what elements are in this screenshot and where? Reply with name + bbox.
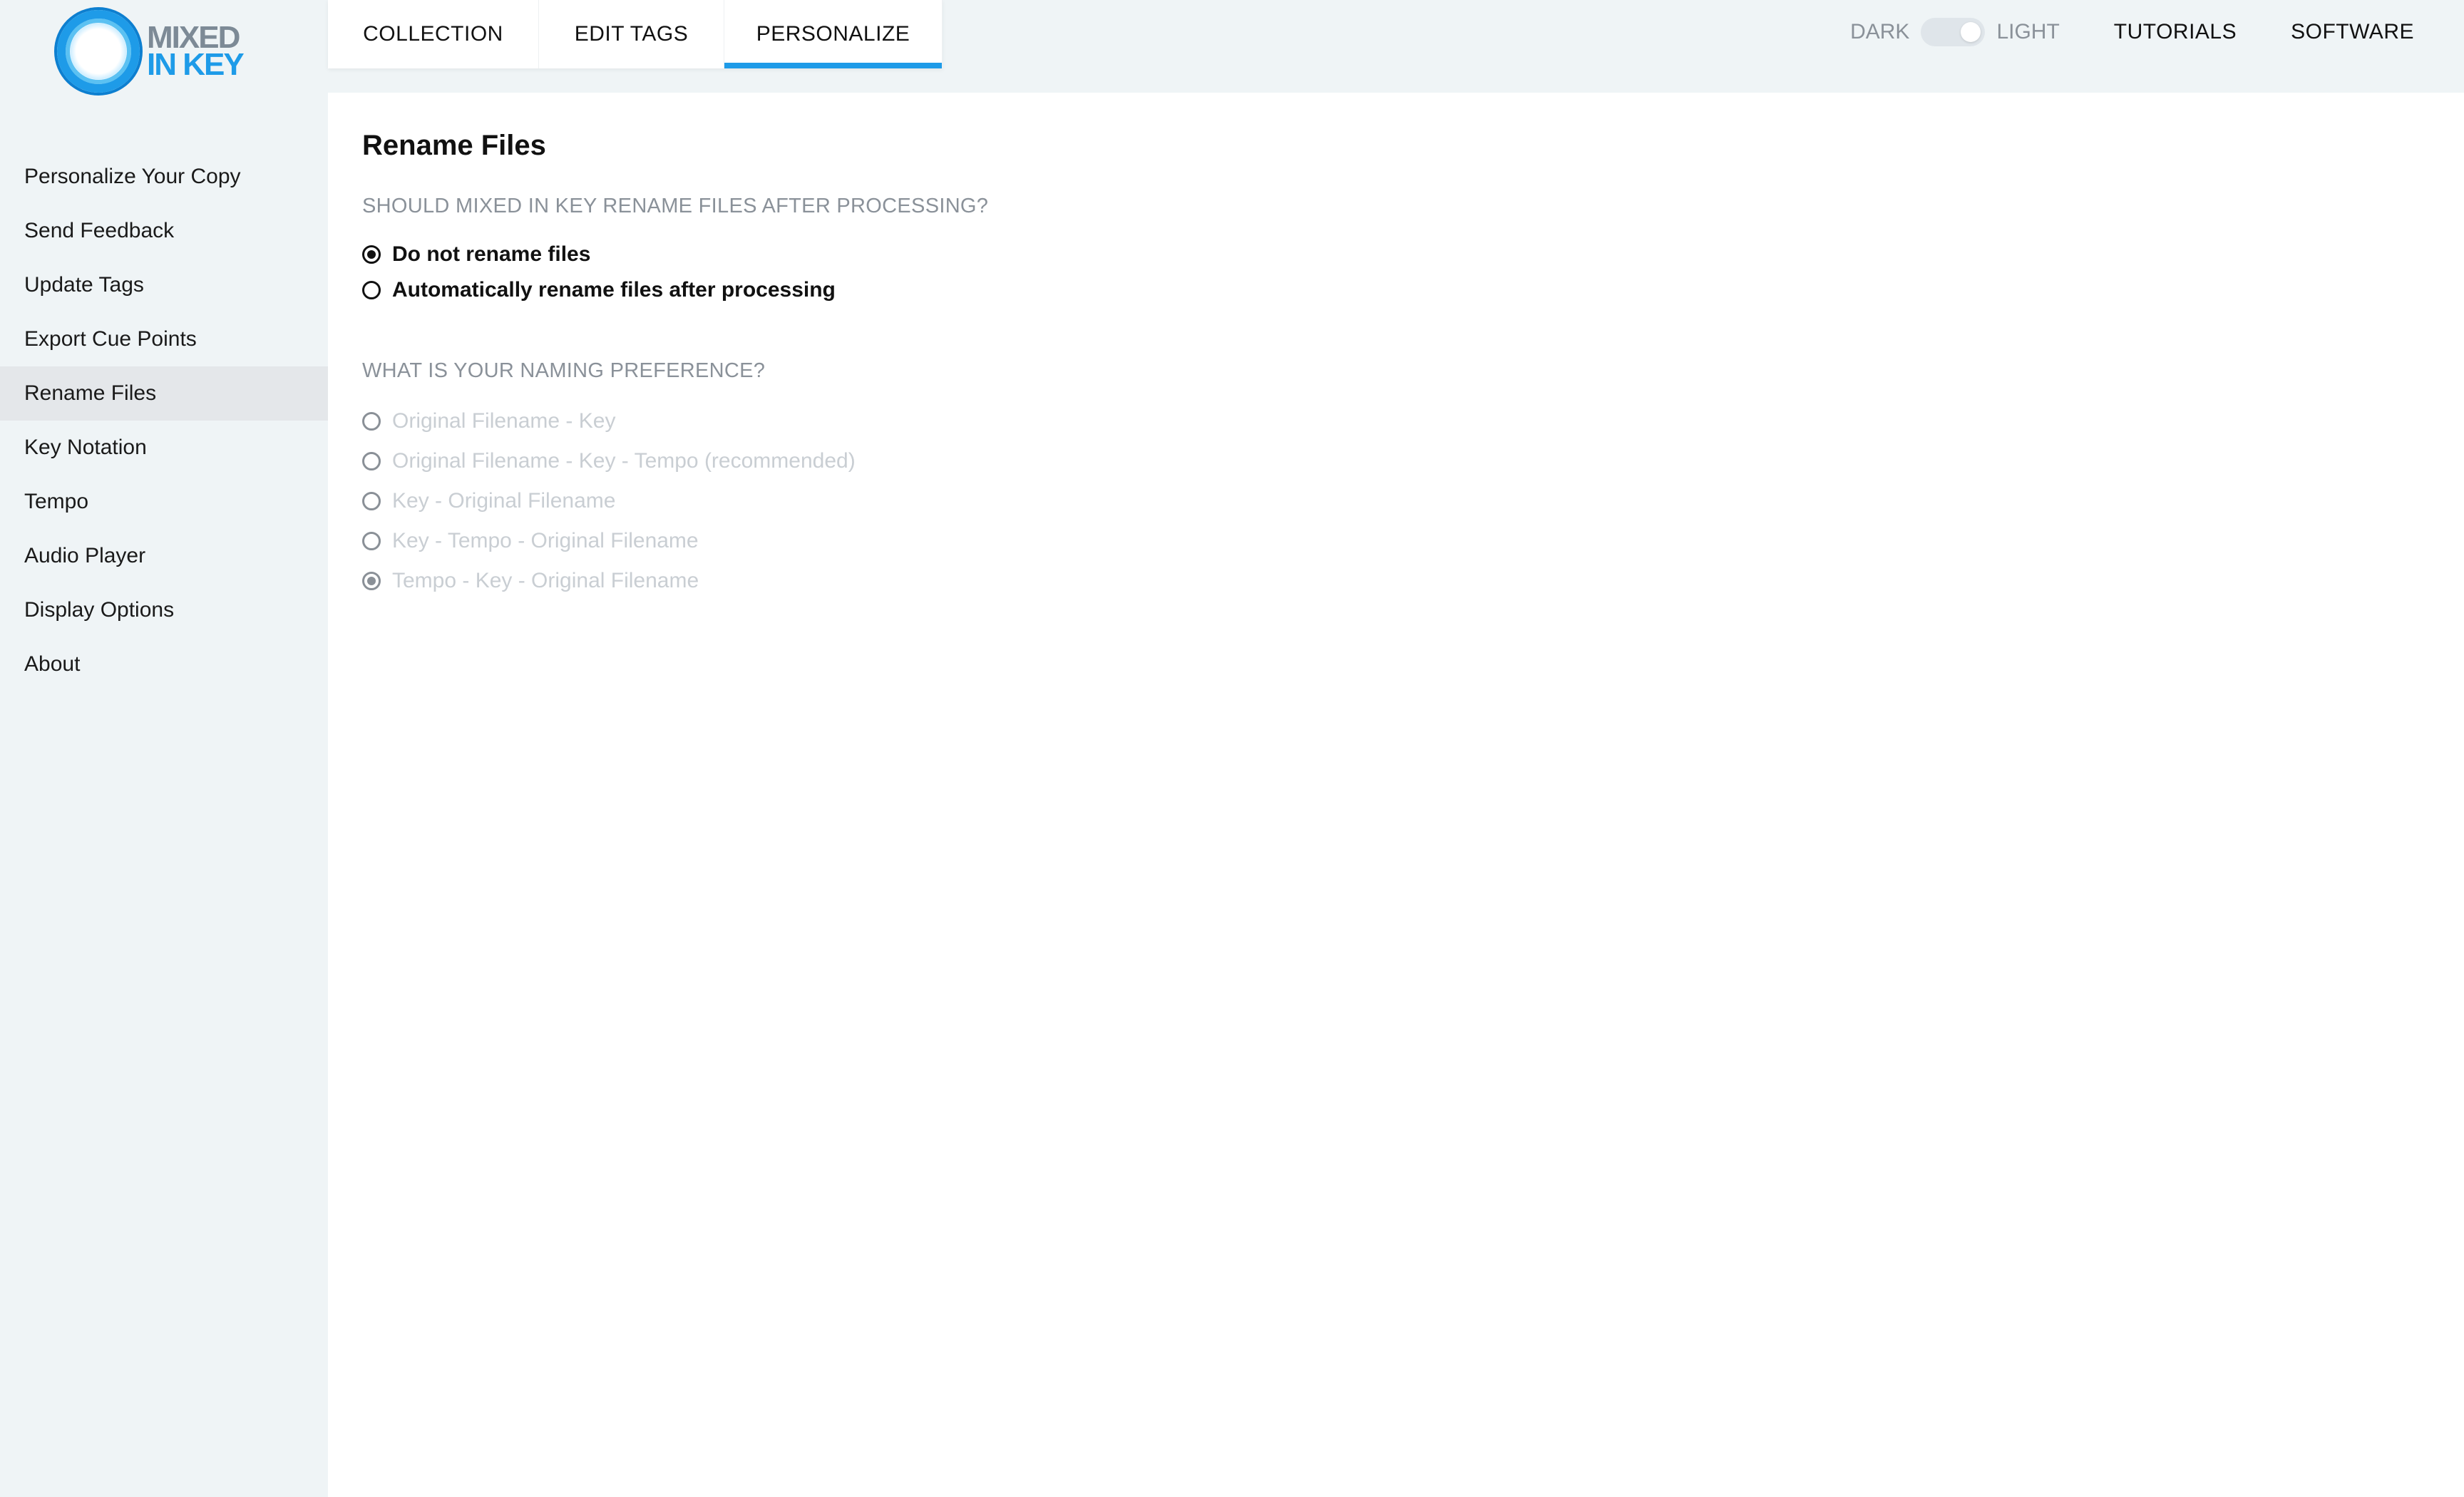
radio-label: Automatically rename files after process…: [392, 278, 836, 302]
main-tabs: COLLECTION EDIT TAGS PERSONALIZE: [328, 0, 943, 68]
theme-toggle[interactable]: [1921, 18, 1986, 46]
sidebar-nav: Personalize Your Copy Send Feedback Upda…: [0, 150, 328, 691]
sidebar-item-audio-player[interactable]: Audio Player: [0, 529, 328, 583]
tab-collection[interactable]: COLLECTION: [328, 0, 539, 68]
radio-do-not-rename[interactable]: Do not rename files: [362, 237, 988, 272]
tab-edit-tags[interactable]: EDIT TAGS: [539, 0, 724, 68]
naming-question-label: WHAT IS YOUR NAMING PREFERENCE?: [362, 359, 766, 382]
top-right-controls: DARK LIGHT TUTORIALS SOFTWARE: [1850, 0, 2414, 64]
radio-checked-icon[interactable]: [362, 572, 381, 590]
rename-question-label: SHOULD MIXED IN KEY RENAME FILES AFTER P…: [362, 195, 989, 217]
radio-auto-rename[interactable]: Automatically rename files after process…: [362, 272, 988, 308]
radio-unchecked-icon[interactable]: [362, 452, 381, 470]
radio-label: Tempo - Key - Original Filename: [392, 569, 699, 592]
radio-original-filename-key-tempo[interactable]: Original Filename - Key - Tempo (recomme…: [362, 441, 988, 481]
tab-personalize[interactable]: PERSONALIZE: [724, 0, 943, 68]
radio-unchecked-icon[interactable]: [362, 412, 381, 431]
logo-ring-icon: [57, 10, 140, 93]
software-link[interactable]: SOFTWARE: [2291, 20, 2414, 44]
rename-files-settings: Rename Files SHOULD MIXED IN KEY RENAME …: [362, 130, 988, 601]
main-panel: Rename Files SHOULD MIXED IN KEY RENAME …: [328, 93, 2464, 1497]
page-title: Rename Files: [362, 130, 546, 161]
radio-label: Original Filename - Key: [392, 409, 616, 433]
logo-line-2: IN KEY: [147, 47, 245, 82]
sidebar-item-export-cue-points[interactable]: Export Cue Points: [0, 312, 328, 366]
sidebar-item-tempo[interactable]: Tempo: [0, 475, 328, 529]
sidebar: MIXED IN KEY Personalize Your Copy Send …: [0, 0, 328, 1497]
sidebar-item-display-options[interactable]: Display Options: [0, 583, 328, 637]
radio-label: Do not rename files: [392, 242, 591, 266]
sidebar-item-personalize-your-copy[interactable]: Personalize Your Copy: [0, 150, 328, 204]
sidebar-item-rename-files[interactable]: Rename Files: [0, 366, 328, 421]
radio-label: Key - Original Filename: [392, 489, 616, 513]
radio-unchecked-icon[interactable]: [362, 281, 381, 299]
tutorials-link[interactable]: TUTORIALS: [2114, 20, 2237, 44]
dark-mode-label: DARK: [1850, 20, 1910, 43]
sidebar-item-update-tags[interactable]: Update Tags: [0, 258, 328, 312]
radio-original-filename-key[interactable]: Original Filename - Key: [362, 401, 988, 441]
mixed-in-key-logo[interactable]: MIXED IN KEY: [57, 10, 257, 93]
light-mode-label: LIGHT: [1996, 20, 2060, 43]
radio-tempo-key-original-filename[interactable]: Tempo - Key - Original Filename: [362, 561, 988, 601]
radio-label: Original Filename - Key - Tempo (recomme…: [392, 449, 856, 473]
theme-toggle-knob: [1961, 22, 1981, 42]
radio-key-tempo-original-filename[interactable]: Key - Tempo - Original Filename: [362, 521, 988, 561]
radio-key-original-filename[interactable]: Key - Original Filename: [362, 481, 988, 521]
sidebar-item-key-notation[interactable]: Key Notation: [0, 421, 328, 475]
radio-checked-icon[interactable]: [362, 245, 381, 264]
sidebar-item-send-feedback[interactable]: Send Feedback: [0, 204, 328, 258]
logo-wordmark: MIXED IN KEY: [147, 22, 245, 82]
sidebar-item-about[interactable]: About: [0, 637, 328, 691]
radio-unchecked-icon[interactable]: [362, 532, 381, 550]
radio-label: Key - Tempo - Original Filename: [392, 529, 699, 552]
radio-unchecked-icon[interactable]: [362, 492, 381, 510]
